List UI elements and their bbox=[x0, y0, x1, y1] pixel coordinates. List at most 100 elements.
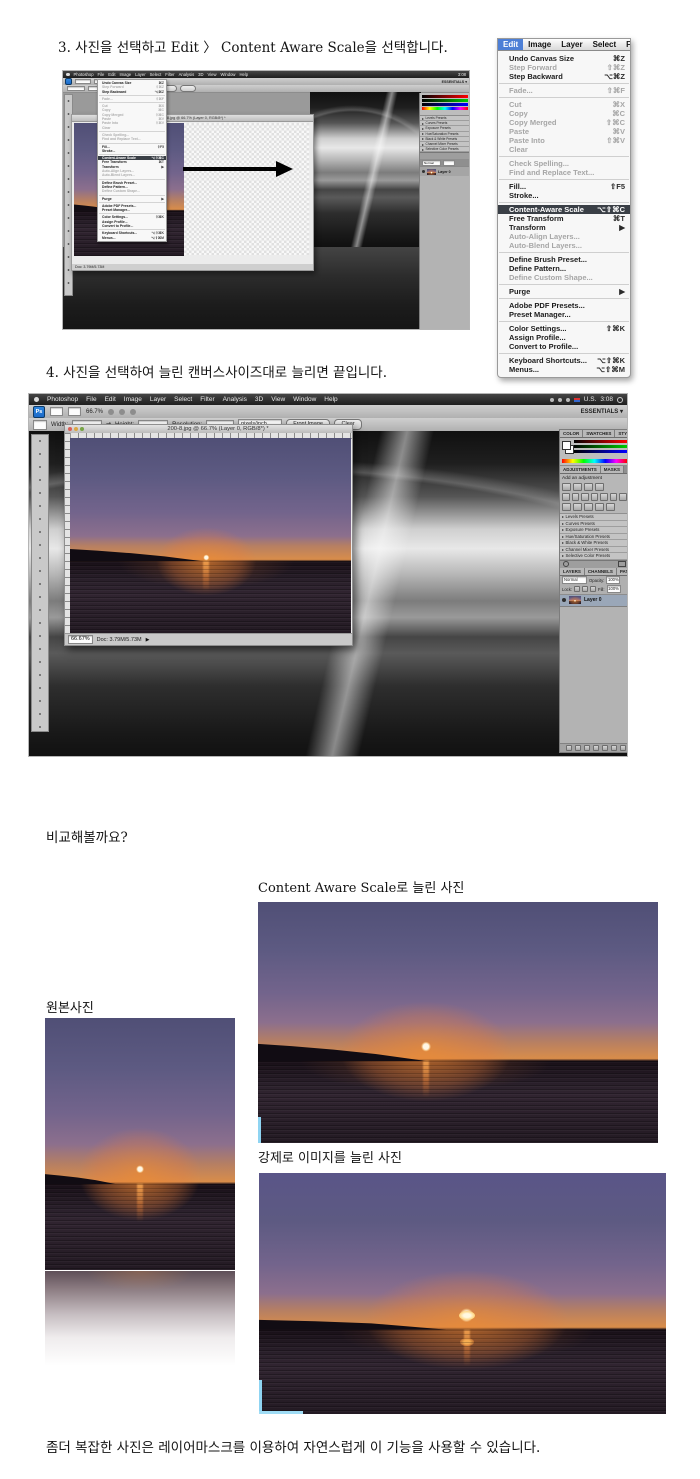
zoom-percentage-field[interactable]: 66.67% bbox=[68, 635, 93, 644]
menu-item[interactable] bbox=[499, 202, 629, 203]
menubar-item[interactable]: Image bbox=[124, 396, 142, 403]
menu-item[interactable]: Copy ⌘C bbox=[498, 109, 630, 118]
menubar-item[interactable]: File bbox=[98, 72, 105, 77]
clear-button[interactable] bbox=[180, 85, 196, 92]
menu-item[interactable] bbox=[499, 298, 629, 299]
expanded-view-icon[interactable] bbox=[618, 561, 626, 567]
menu-item[interactable]: Adobe PDF Presets... bbox=[498, 301, 630, 310]
menu-item[interactable]: Transform ▶ bbox=[498, 223, 630, 232]
color-panel-small[interactable] bbox=[420, 93, 470, 116]
tools-palette[interactable] bbox=[31, 434, 49, 732]
menu-item[interactable]: Paste ⌘V bbox=[498, 127, 630, 136]
layer-row[interactable]: Layer 0 bbox=[560, 595, 628, 607]
extra-adjustment-icon[interactable] bbox=[606, 503, 615, 511]
width-field[interactable] bbox=[67, 86, 85, 92]
menu-item[interactable] bbox=[99, 195, 165, 196]
menubar-item[interactable]: Help bbox=[239, 72, 248, 77]
view-extras-icon[interactable] bbox=[68, 407, 81, 416]
menubar-item[interactable]: Filter bbox=[200, 396, 214, 403]
layer-row-small[interactable]: Layer 0 bbox=[420, 166, 470, 176]
menu-item[interactable] bbox=[499, 179, 629, 180]
brightness-contrast-icon[interactable] bbox=[562, 483, 571, 491]
menu-item[interactable]: Convert to Profile... bbox=[98, 224, 166, 228]
document-window[interactable]: 200-8.jpg @ 66.7% (Layer 0, RGB/8*) * 66… bbox=[64, 424, 353, 646]
menubar-item[interactable]: Layer bbox=[150, 396, 166, 403]
blend-mode-select[interactable]: Normal bbox=[562, 576, 587, 584]
red-slider[interactable] bbox=[574, 440, 627, 443]
menu-item[interactable] bbox=[99, 95, 165, 96]
menubar-item[interactable]: Photoshop bbox=[47, 396, 78, 403]
wifi-icon[interactable] bbox=[558, 398, 562, 402]
lock-all-icon[interactable] bbox=[590, 586, 596, 592]
menu-item[interactable]: Auto-Blend Layers... bbox=[98, 173, 166, 177]
menu-item[interactable]: Define Custom Shape... bbox=[498, 273, 630, 282]
menu-item[interactable]: Define Brush Preset... bbox=[498, 255, 630, 264]
menubar-item[interactable]: Edit bbox=[105, 396, 116, 403]
lock-position-icon[interactable] bbox=[582, 586, 588, 592]
menu-item[interactable]: Find and Replace Text... bbox=[498, 168, 630, 177]
menu-item[interactable]: Preset Manager... bbox=[98, 208, 166, 212]
menu-item[interactable] bbox=[499, 97, 629, 98]
menu-item[interactable] bbox=[99, 143, 165, 144]
menu-item[interactable]: Preset Manager... bbox=[498, 310, 630, 319]
menubar-tab[interactable]: Layer bbox=[556, 39, 587, 50]
new-layer-icon[interactable] bbox=[611, 745, 617, 751]
menu-item[interactable]: Auto-Align Layers... bbox=[498, 232, 630, 241]
menu-item[interactable]: Keyboard Shortcuts... ⌥⇧⌘K bbox=[498, 356, 630, 365]
menubar-item[interactable]: Select bbox=[174, 396, 192, 403]
menu-item[interactable]: Copy Merged ⇧⌘C bbox=[498, 118, 630, 127]
curves-icon[interactable] bbox=[584, 483, 593, 491]
panel-tab[interactable]: COLOR bbox=[560, 430, 583, 437]
menu-item[interactable]: Menus... ⌥⇧⌘M bbox=[498, 365, 630, 374]
menu-item[interactable]: Check Spelling... bbox=[498, 159, 630, 168]
new-adjustment-icon[interactable] bbox=[593, 745, 599, 751]
blue-slider[interactable] bbox=[422, 103, 468, 106]
menubar-tab[interactable]: Image bbox=[523, 39, 556, 50]
return-arrow-icon[interactable] bbox=[563, 561, 569, 567]
link-layers-icon[interactable] bbox=[566, 745, 572, 751]
add-mask-icon[interactable] bbox=[584, 745, 590, 751]
threshold-icon[interactable] bbox=[573, 503, 582, 511]
menubar-item[interactable]: Window bbox=[293, 396, 316, 403]
apple-icon[interactable] bbox=[66, 73, 70, 77]
menu-item[interactable]: Purge ▶ bbox=[498, 287, 630, 296]
menu-item[interactable]: Free Transform ⌘T bbox=[498, 214, 630, 223]
menubar-item[interactable]: Analysis bbox=[179, 72, 195, 77]
menu-item[interactable]: Step Backward ⌥⌘Z bbox=[98, 90, 166, 94]
menubar-item[interactable]: 3D bbox=[255, 396, 263, 403]
menubar-item[interactable]: Help bbox=[324, 396, 337, 403]
menubar-item[interactable]: Filter bbox=[165, 72, 174, 77]
menu-item[interactable]: Fill... ⇧F5 bbox=[498, 182, 630, 191]
menubar-item[interactable]: Image bbox=[120, 72, 132, 77]
lock-transparency-icon[interactable] bbox=[574, 586, 580, 592]
menu-item[interactable] bbox=[99, 131, 165, 132]
menu-item[interactable]: Stroke... bbox=[98, 149, 166, 153]
menubar-item[interactable]: Layer bbox=[135, 72, 145, 77]
color-balance-icon[interactable] bbox=[581, 493, 589, 501]
menu-item[interactable]: Auto-Blend Layers... bbox=[498, 241, 630, 250]
spotlight-icon[interactable] bbox=[617, 397, 623, 403]
delete-layer-icon[interactable] bbox=[620, 745, 626, 751]
menubar-tab[interactable]: Edit bbox=[498, 39, 523, 50]
menubar-item[interactable]: Window bbox=[221, 72, 236, 77]
posterize-icon[interactable] bbox=[562, 503, 571, 511]
menu-item[interactable]: Paste Into ⇧⌘V bbox=[498, 136, 630, 145]
menu-item[interactable]: Fade... ⇧⌘F bbox=[98, 97, 166, 101]
apple-icon[interactable] bbox=[34, 397, 39, 402]
layer-style-icon[interactable] bbox=[575, 745, 581, 751]
menu-item[interactable] bbox=[499, 321, 629, 322]
green-slider[interactable] bbox=[422, 99, 468, 102]
panel-tab[interactable]: SWATCHES bbox=[583, 430, 615, 437]
menubar-item[interactable]: Photoshop bbox=[74, 72, 94, 77]
invert-icon[interactable] bbox=[619, 493, 627, 501]
menu-item[interactable]: Undo Canvas Size ⌘Z bbox=[498, 54, 630, 63]
status-flyout-icon[interactable]: ▶ bbox=[146, 637, 150, 643]
menu-item[interactable]: Step Backward ⌥⌘Z bbox=[498, 72, 630, 81]
panel-tab[interactable]: ADJUSTMENTS bbox=[560, 466, 601, 473]
menubar-item[interactable]: View bbox=[208, 72, 217, 77]
menu-item[interactable] bbox=[99, 179, 165, 180]
rotate-view-icon[interactable] bbox=[130, 409, 136, 415]
menu-item[interactable]: Stroke... bbox=[498, 191, 630, 200]
menu-item[interactable]: Content-Aware Scale ⌥⇧⌘C bbox=[498, 205, 630, 214]
color-spectrum-bar[interactable] bbox=[562, 459, 627, 463]
